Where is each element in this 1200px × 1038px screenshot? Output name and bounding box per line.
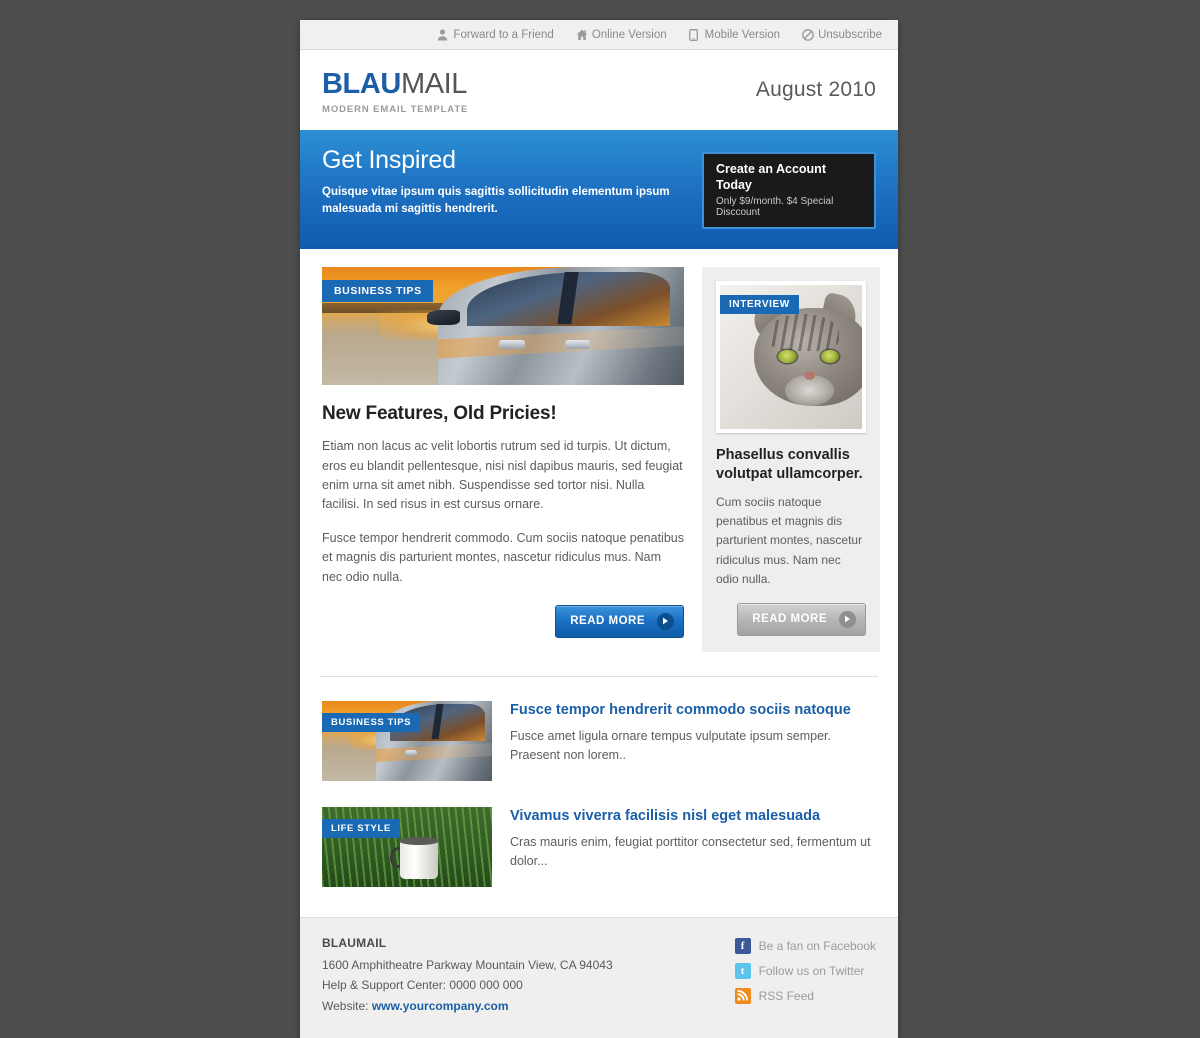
sidebar-title: Phasellus convallis volutpat ullamcorper… [716, 447, 863, 483]
list-item-excerpt: Fusce amet ligula ornare tempus vulputat… [510, 728, 831, 763]
list-item-badge: BUSINESS TIPS [322, 712, 421, 732]
hero-subtitle: Quisque vitae ipsum quis sagittis sollic… [322, 186, 670, 215]
footer-social-block: f Be a fan on Facebook t Follow us on Tw… [734, 936, 876, 1016]
footer-contact-block: BLAUMAIL 1600 Amphitheatre Parkway Mount… [322, 936, 613, 1016]
list-item-excerpt: Cras mauris enim, feugiat porttitor cons… [510, 834, 871, 869]
logo-text: BLAUMAIL [322, 67, 468, 100]
preheader-link-label: Mobile Version [704, 28, 781, 41]
hero-text-block: Get Inspired Quisque vitae ipsum quis sa… [322, 146, 702, 217]
sidebar-article: INTERVIEW Phasellus convallis volutpat u… [702, 267, 880, 652]
page-background: Forward to a Friend Online Version Mobil… [0, 0, 1200, 1038]
feature-image[interactable]: BUSINESS TIPS [322, 267, 684, 386]
social-label-facebook[interactable]: Be a fan on Facebook [759, 939, 876, 953]
cta-subtitle: Only $9/month. $4 Special Disccount [716, 196, 834, 219]
feature-read-more-button[interactable]: READ MORE [555, 604, 684, 638]
footer-website-label: Website: [322, 998, 369, 1013]
arrow-right-icon [839, 610, 856, 628]
sidebar-card: INTERVIEW Phasellus convallis volutpat u… [702, 267, 880, 652]
list-item-thumbnail[interactable]: LIFE STYLE [322, 806, 492, 887]
preheader-link-label: Forward to a Friend [453, 28, 554, 41]
masthead: BLAUMAIL MODERN EMAIL TEMPLATE August 20… [300, 50, 898, 130]
list-item-title[interactable]: Vivamus viverra facilisis nisl eget male… [510, 808, 876, 824]
twitter-icon[interactable]: t [734, 962, 751, 979]
button-label: READ MORE [752, 613, 827, 626]
feature-article: BUSINESS TIPS New Features, Old Pricies!… [322, 267, 684, 638]
social-row-twitter: t Follow us on Twitter [734, 962, 876, 979]
sidebar-button-row: READ MORE [716, 602, 866, 636]
hero-banner: Get Inspired Quisque vitae ipsum quis sa… [300, 130, 898, 250]
sidebar-image[interactable]: INTERVIEW [716, 281, 866, 434]
preheader-link-online[interactable]: Online Version [576, 29, 667, 41]
preheader-link-label: Online Version [591, 28, 667, 41]
cta-title: Create an Account Today [716, 162, 826, 192]
preheader-link-unsubscribe[interactable]: Unsubscribe [802, 29, 882, 41]
home-icon [576, 29, 588, 41]
create-account-cta[interactable]: Create an Account Today Only $9/month. $… [702, 152, 876, 230]
social-label-rss[interactable]: RSS Feed [759, 989, 814, 1003]
social-row-rss: RSS Feed [734, 987, 876, 1004]
social-label-twitter[interactable]: Follow us on Twitter [759, 964, 865, 978]
list-item-title[interactable]: Fusce tempor hendrerit commodo sociis na… [510, 702, 876, 718]
footer-support: Help & Support Center: 0000 000 000 [322, 978, 523, 993]
sidebar-read-more-button[interactable]: READ MORE [737, 602, 866, 636]
footer-website-link[interactable]: www.yourcompany.com [372, 999, 509, 1013]
feature-button-row: READ MORE [322, 604, 684, 638]
block-icon [802, 28, 814, 41]
email-footer: BLAUMAIL 1600 Amphitheatre Parkway Mount… [300, 916, 898, 1038]
preheader-link-mobile[interactable]: Mobile Version [688, 28, 781, 41]
button-label: READ MORE [570, 615, 645, 628]
feature-paragraph-1: Etiam non lacus ac velit lobortis rutrum… [322, 439, 683, 512]
list-item: LIFE STYLE Vivamus viverra facilisis nis… [322, 801, 876, 907]
mobile-icon [688, 28, 700, 41]
list-item-thumbnail[interactable]: BUSINESS TIPS [322, 700, 492, 781]
feature-headline: New Features, Old Pricies! [322, 403, 557, 425]
sidebar-badge: INTERVIEW [720, 295, 799, 315]
feature-paragraph-2: Fusce tempor hendrerit commodo. Cum soci… [322, 530, 684, 584]
footer-address: 1600 Amphitheatre Parkway Mountain View,… [322, 957, 613, 972]
preheader-link-label: Unsubscribe [818, 28, 882, 41]
person-icon [437, 28, 448, 41]
preheader-nav: Forward to a Friend Online Version Mobil… [300, 20, 898, 50]
logo-secondary: MAIL [400, 67, 468, 100]
sidebar-body: Cum sociis natoque penatibus et magnis d… [716, 494, 863, 586]
logo-tagline: MODERN EMAIL TEMPLATE [322, 103, 469, 115]
footer-website-line: Website: www.yourcompany.com [322, 996, 613, 1016]
logo-primary: BLAU [322, 67, 401, 100]
facebook-icon[interactable]: f [734, 937, 751, 954]
rss-icon[interactable] [734, 987, 751, 1004]
list-item-text: Fusce tempor hendrerit commodo sociis na… [510, 701, 876, 766]
brand-logo[interactable]: BLAUMAIL MODERN EMAIL TEMPLATE [322, 66, 468, 115]
feature-badge: BUSINESS TIPS [322, 280, 433, 303]
list-item: BUSINESS TIPS Fusce tempor hendrerit com… [322, 695, 876, 801]
footer-company-name: BLAUMAIL [322, 935, 387, 950]
preheader-link-forward[interactable]: Forward to a Friend [437, 28, 554, 41]
article-list: BUSINESS TIPS Fusce tempor hendrerit com… [300, 677, 898, 917]
social-row-facebook: f Be a fan on Facebook [734, 937, 876, 954]
hero-title: Get Inspired [322, 146, 456, 174]
arrow-right-icon [657, 612, 674, 630]
email-container: Forward to a Friend Online Version Mobil… [300, 20, 898, 1038]
issue-date: August 2010 [755, 78, 876, 101]
list-item-badge: LIFE STYLE [322, 818, 400, 838]
list-item-text: Vivamus viverra facilisis nisl eget male… [510, 807, 876, 872]
main-content: BUSINESS TIPS New Features, Old Pricies!… [300, 249, 898, 652]
